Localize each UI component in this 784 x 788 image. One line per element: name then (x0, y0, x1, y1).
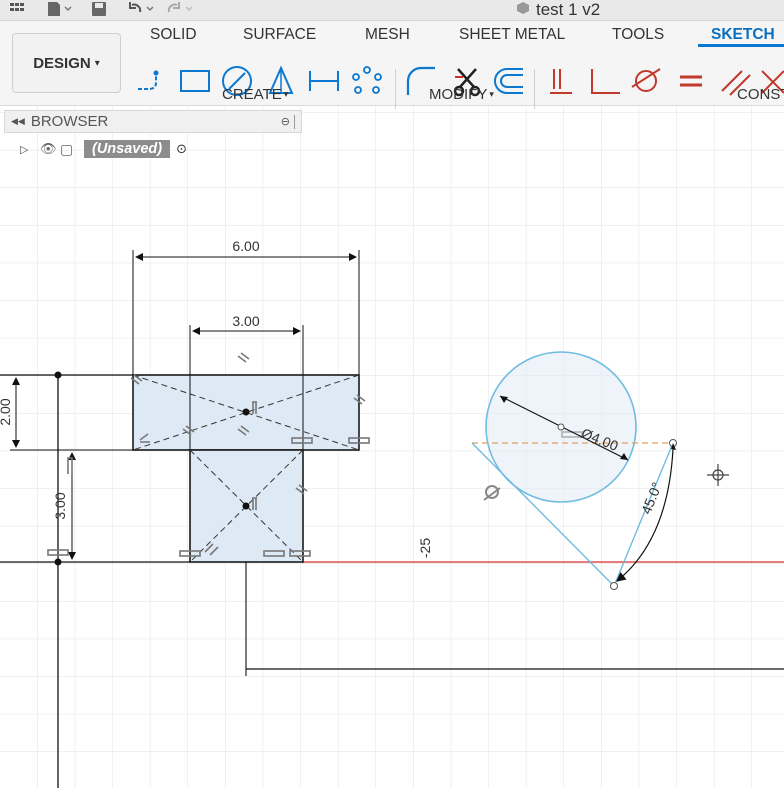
document-title: test 1 v2 (516, 0, 600, 20)
center-point[interactable] (242, 408, 250, 416)
tab-sheet-metal[interactable]: SHEET METAL (459, 25, 565, 45)
sketch-point[interactable] (610, 582, 618, 590)
document-title-text: test 1 v2 (536, 0, 601, 19)
coincident-constraint-icon[interactable] (546, 65, 580, 97)
modify-menu-label: MODIFY (429, 86, 488, 103)
cube-icon (516, 0, 530, 20)
modify-menu[interactable]: MODIFY ▾ (429, 86, 494, 103)
dimension-value: 2.00 (0, 398, 13, 425)
center-point[interactable] (242, 502, 250, 510)
tab-surface[interactable]: SURFACE (243, 25, 316, 45)
tab-tools[interactable]: TOOLS (612, 25, 664, 45)
constraints-menu[interactable]: CONST (737, 86, 784, 103)
browser-item-label: (Unsaved) (84, 140, 171, 158)
redo-icon[interactable] (166, 0, 196, 18)
design-workspace-button[interactable]: DESIGN ▾ (12, 33, 121, 93)
sketch-point[interactable] (54, 371, 62, 379)
save-icon[interactable] (91, 0, 107, 18)
create-menu-caret: ▾ (283, 89, 289, 99)
perpendicular-constraint-icon[interactable] (588, 65, 622, 97)
design-caret: ▾ (94, 57, 100, 69)
equal-constraint-icon[interactable] (676, 65, 710, 97)
rectangle-tool-icon[interactable] (178, 65, 212, 97)
grid-icon[interactable] (9, 0, 25, 18)
sketch-canvas[interactable]: 6.00 3.00 2.00 3.00 Ø4.00 45.0° -25 (0, 106, 784, 788)
pattern-tool-icon[interactable] (350, 65, 384, 97)
offset-dimension[interactable]: -25 (417, 538, 433, 558)
dimension-value: 3.00 (232, 313, 259, 329)
undo-icon[interactable] (127, 0, 157, 18)
sketch-point[interactable] (54, 558, 62, 566)
offset-tool-icon[interactable] (491, 65, 525, 97)
browser-grip-icon[interactable] (294, 114, 298, 129)
create-menu[interactable]: CREATE ▾ (222, 86, 288, 103)
browser-options-icon[interactable]: ⊖ (281, 115, 290, 128)
browser-item-root[interactable]: ▷ 👁 ▢ (Unsaved) ⊙ (20, 139, 187, 159)
tab-mesh[interactable]: MESH (365, 25, 410, 45)
group-divider (395, 69, 396, 109)
create-menu-label: CREATE (222, 86, 282, 103)
file-icon[interactable] (46, 0, 74, 18)
modify-menu-caret: ▾ (489, 89, 494, 99)
active-tab-indicator (698, 44, 784, 47)
expand-arrow-icon[interactable]: ▷ (20, 143, 40, 156)
dimension-value: 6.00 (232, 238, 259, 254)
component-icon: ▢ (60, 140, 74, 157)
visibility-eye-icon[interactable]: 👁 (40, 141, 60, 157)
title-bar: test 1 v2 (0, 0, 784, 21)
browser-title: BROWSER (30, 113, 109, 130)
dimension-tool-icon[interactable] (307, 65, 341, 97)
tab-solid[interactable]: SOLID (150, 25, 197, 45)
design-label: DESIGN (33, 54, 91, 72)
group-divider (534, 69, 535, 109)
browser-panel-header[interactable]: ◀◀ BROWSER ⊖ (4, 110, 302, 133)
circle-center-point[interactable] (557, 423, 565, 431)
constraints-menu-label: CONST (737, 86, 784, 103)
line-tool-icon[interactable] (135, 65, 169, 97)
toolbar-ribbon: DESIGN ▾ SOLID SURFACE MESH SHEET METAL … (0, 21, 784, 109)
tangent-constraint-icon[interactable] (630, 65, 664, 97)
grid-background (0, 106, 784, 788)
tab-sketch[interactable]: SKETCH (711, 25, 775, 45)
dimension-value: 3.00 (52, 492, 68, 519)
activate-radio-icon[interactable]: ⊙ (176, 141, 187, 157)
collapse-icon[interactable]: ◀◀ (11, 116, 25, 127)
